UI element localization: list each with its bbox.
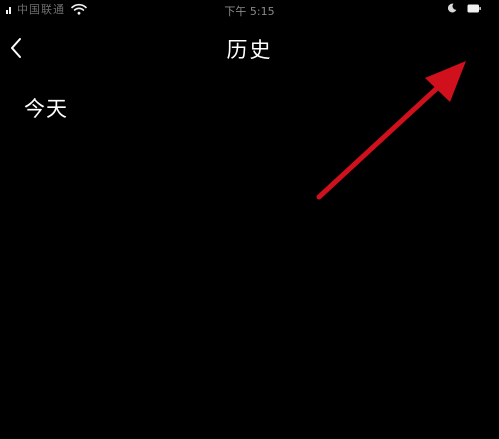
status-right — [447, 3, 481, 13]
status-bar: 中国联通 下午 5:15 — [0, 0, 499, 20]
nav-bar: 历史 — [0, 26, 499, 70]
do-not-disturb-moon-icon — [447, 3, 457, 13]
signal-bars-icon — [6, 4, 11, 14]
status-time: 下午 5:15 — [224, 5, 275, 18]
wifi-icon — [71, 3, 87, 15]
history-section-today: 今天 — [24, 97, 68, 121]
carrier-label: 中国联通 — [17, 3, 65, 16]
status-left: 中国联通 — [6, 2, 87, 16]
page-title: 历史 — [226, 38, 273, 62]
battery-icon — [467, 4, 481, 12]
